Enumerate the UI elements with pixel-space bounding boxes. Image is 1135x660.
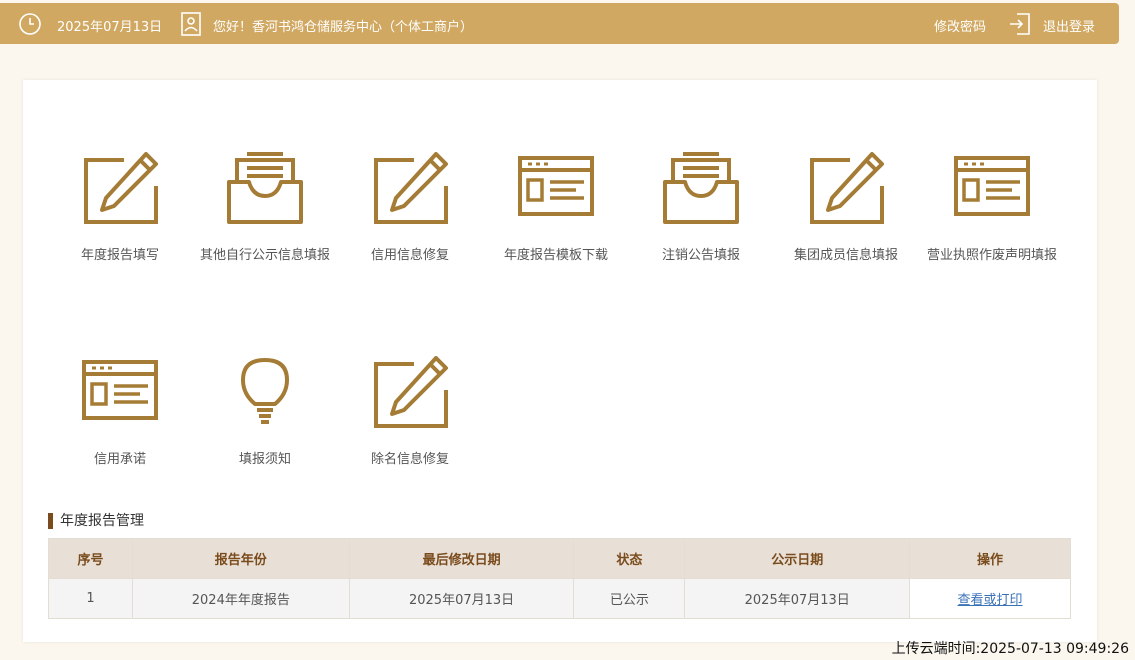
- logout-link[interactable]: 退出登录: [1043, 16, 1095, 35]
- table-header-row: 序号 报告年份 最后修改日期 状态 公示日期 操作: [48, 538, 1071, 579]
- tile-label: 填报须知: [238, 452, 291, 467]
- column-header: 状态: [573, 538, 686, 579]
- main-panel: 年度报告填写 其他自行公示信息填报 信用信息修复 年度报告模板下载 注销公告填报…: [23, 80, 1097, 642]
- cell-publish-date: 2025年07月13日: [684, 578, 911, 619]
- tile-label: 信用信息修复: [370, 248, 449, 263]
- tile-label: 集团成员信息填报: [793, 248, 898, 263]
- tile-label: 其他自行公示信息填报: [199, 248, 330, 263]
- cell-index: 1: [48, 578, 133, 619]
- annual-report-table: 序号 报告年份 最后修改日期 状态 公示日期 操作 1 2024年年度报告 20…: [48, 538, 1071, 619]
- document-template-icon: [954, 156, 1030, 216]
- tile-label: 年度报告模板下载: [503, 248, 608, 263]
- top-bar: 2025年07月13日 您好！香河书鸿仓储服务中心（个体工商户） 修改密码 退出…: [0, 3, 1119, 44]
- tile-template-download[interactable]: 年度报告模板下载: [481, 152, 631, 263]
- cell-status: 已公示: [573, 578, 686, 619]
- clock-icon: [19, 13, 41, 35]
- edit-pencil-icon: [374, 356, 448, 428]
- table-row: 1 2024年年度报告 2025年07月13日 已公示 2025年07月13日 …: [48, 578, 1071, 619]
- tile-other-disclosure[interactable]: 其他自行公示信息填报: [190, 152, 340, 263]
- column-header: 公示日期: [684, 538, 911, 579]
- tile-label: 注销公告填报: [661, 248, 740, 263]
- document-template-icon: [82, 360, 158, 420]
- inbox-tray-icon: [227, 152, 303, 224]
- cell-modified-date: 2025年07月13日: [348, 578, 575, 619]
- tile-license-void-statement[interactable]: 营业执照作废声明填报: [917, 152, 1067, 263]
- column-header: 操作: [909, 538, 1071, 579]
- tile-credit-commitment[interactable]: 信用承诺: [45, 356, 195, 467]
- edit-pencil-icon: [374, 152, 448, 224]
- tile-label: 除名信息修复: [370, 452, 449, 467]
- cell-action: 查看或打印: [909, 578, 1071, 619]
- lightbulb-icon: [241, 358, 289, 424]
- view-or-print-link[interactable]: 查看或打印: [958, 593, 1023, 608]
- inbox-tray-icon: [663, 152, 739, 224]
- tile-label: 信用承诺: [93, 452, 146, 467]
- column-header: 序号: [48, 538, 133, 579]
- edit-pencil-icon: [810, 152, 884, 224]
- tile-removal-info-repair[interactable]: 除名信息修复: [335, 356, 485, 467]
- document-template-icon: [518, 156, 594, 216]
- cell-report-year: 2024年年度报告: [131, 578, 350, 619]
- tile-cancellation-notice[interactable]: 注销公告填报: [626, 152, 776, 263]
- tile-credit-repair[interactable]: 信用信息修复: [335, 152, 485, 263]
- edit-pencil-icon: [84, 152, 158, 224]
- tile-group-member-info[interactable]: 集团成员信息填报: [771, 152, 921, 263]
- tile-filing-instructions[interactable]: 填报须知: [190, 356, 340, 467]
- tile-label: 年度报告填写: [80, 248, 159, 263]
- tile-label: 营业执照作废声明填报: [926, 248, 1057, 263]
- current-date: 2025年07月13日: [57, 20, 163, 35]
- column-header: 最后修改日期: [348, 538, 575, 579]
- section-title-annual-report: 年度报告管理: [48, 512, 144, 530]
- logout-icon[interactable]: [1008, 12, 1032, 36]
- user-id-icon: [181, 12, 201, 36]
- column-header: 报告年份: [131, 538, 350, 579]
- change-password-link[interactable]: 修改密码: [934, 16, 986, 35]
- upload-time-text: 上传云端时间:2025-07-13 09:49:26: [891, 641, 1129, 657]
- tile-annual-report-fill[interactable]: 年度报告填写: [45, 152, 195, 263]
- greeting-text: 您好！香河书鸿仓储服务中心（个体工商户）: [213, 20, 474, 35]
